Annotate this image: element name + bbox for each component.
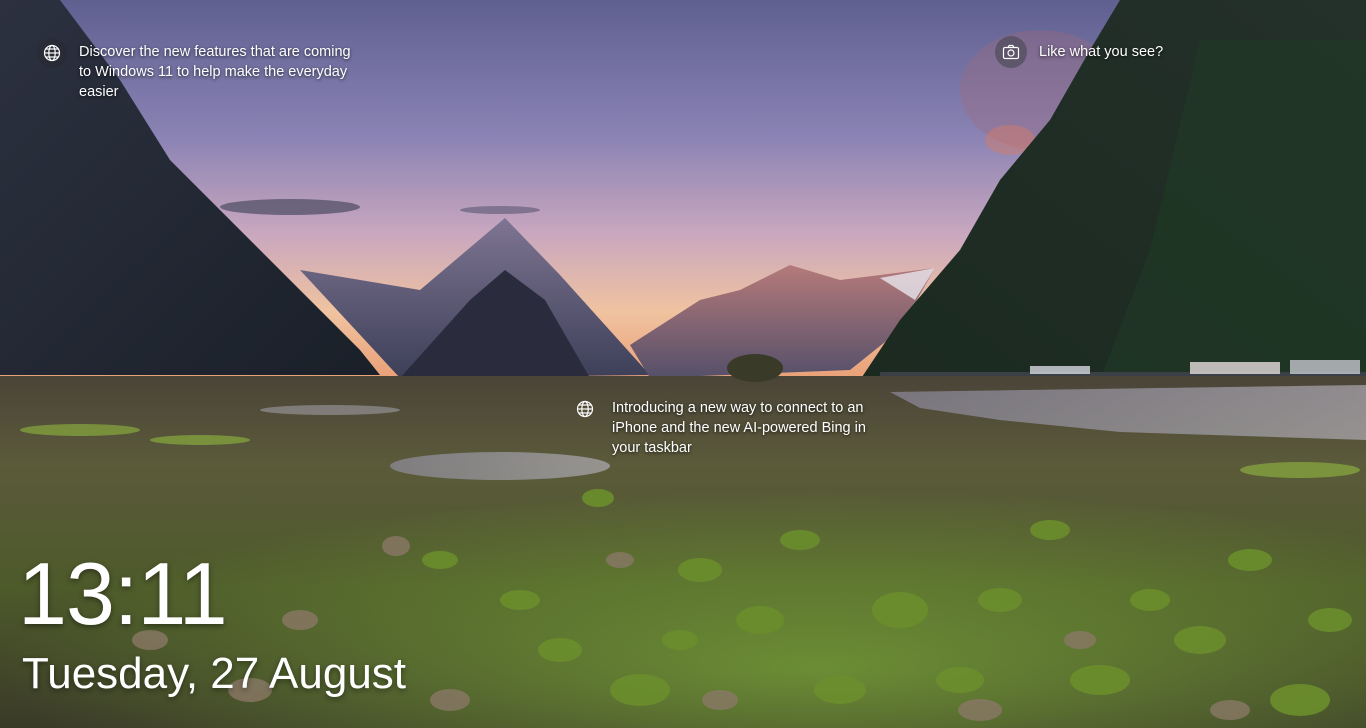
lock-screen[interactable]: Discover the new features that are comin…: [0, 0, 1366, 728]
camera-icon: [995, 36, 1027, 68]
lock-screen-time: 13:11: [18, 544, 228, 643]
globe-icon: [37, 38, 67, 68]
hotspot-text: Like what you see?: [1039, 44, 1164, 60]
hotspot-text: Introducing a new way to connect to an i…: [612, 400, 866, 456]
hotspot-like-what-you-see[interactable]: Like what you see?: [995, 36, 1239, 68]
hotspot-iphone-bing[interactable]: Introducing a new way to connect to an i…: [570, 398, 887, 458]
globe-icon: [570, 394, 600, 424]
hotspot-text: Discover the new features that are comin…: [79, 44, 351, 100]
hotspot-windows11-features[interactable]: Discover the new features that are comin…: [37, 38, 364, 102]
lock-screen-date: Tuesday, 27 August: [22, 649, 407, 698]
